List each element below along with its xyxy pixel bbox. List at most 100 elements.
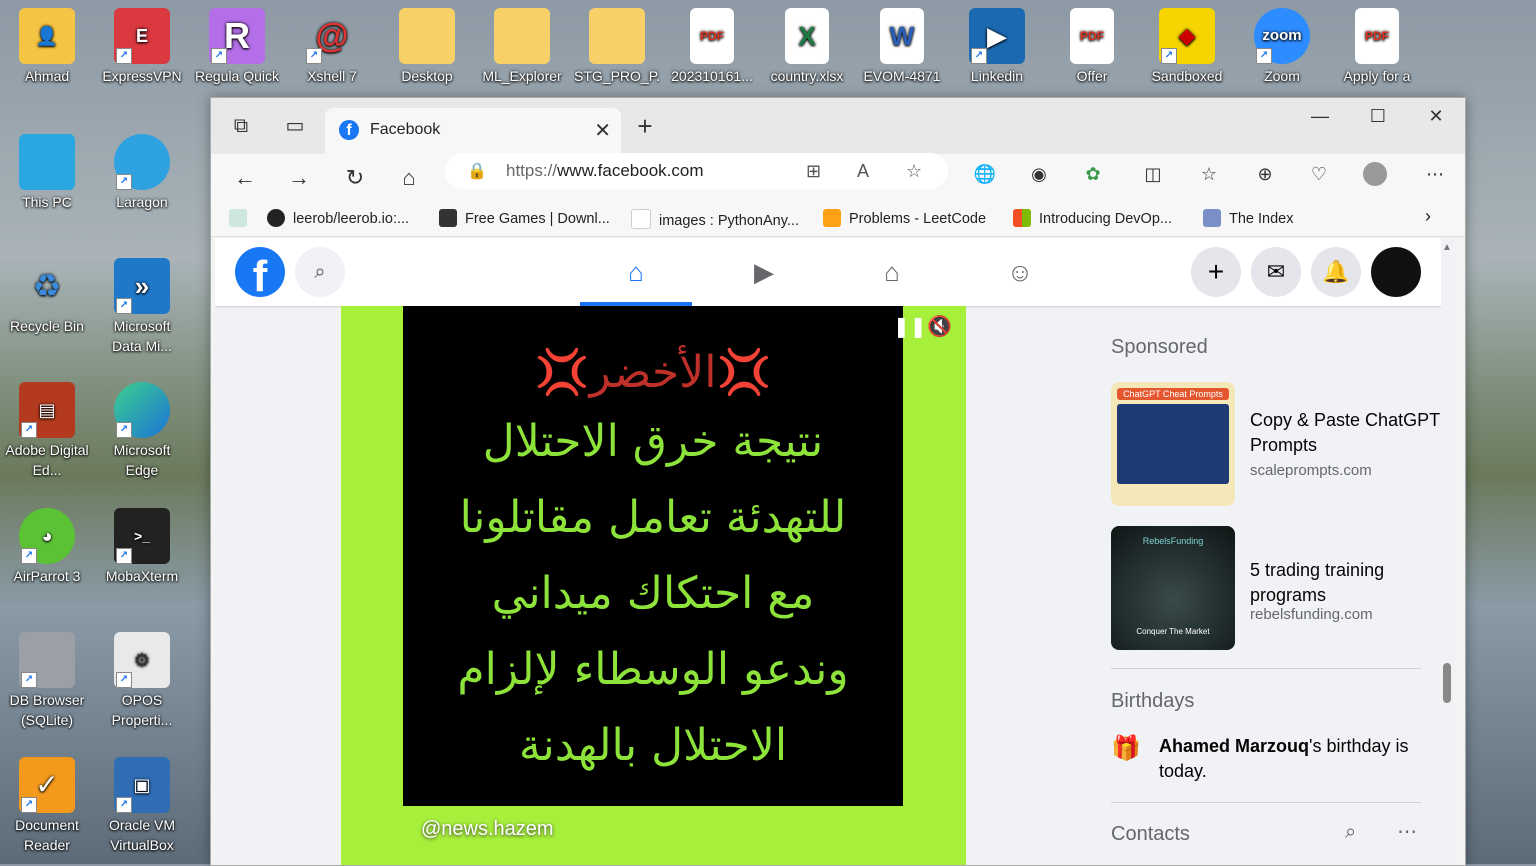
contacts-more-icon[interactable]: ⋯	[1397, 819, 1417, 844]
desktop-icon-offer[interactable]: PDF Offer	[1049, 8, 1135, 86]
extension-mask-icon[interactable]: ◉	[1027, 162, 1051, 186]
groups-tab[interactable]: ☺	[964, 238, 1076, 306]
browser-window: ⧉ ▭ f Facebook ✕ + — ☐ ✕ ← → ↻ ⌂ 🔒 https…	[210, 97, 1466, 866]
desktop-icon-evom[interactable]: W EVOM-4871	[859, 8, 945, 86]
forward-button[interactable]: →	[283, 164, 315, 192]
icon-label: DB Browser (SQLite)	[9, 692, 85, 728]
pdf-icon: PDF	[1355, 8, 1399, 64]
desktop-icon-recycle-bin[interactable]: ♻ Recycle Bin	[4, 258, 90, 336]
settings-more-icon[interactable]: ⋯	[1423, 162, 1447, 186]
desktop-icon-ahmad[interactable]: 👤 Ahmad	[4, 8, 90, 86]
desktop-icon-pdf-2023[interactable]: PDF 202310161...	[669, 8, 755, 86]
messenger-button[interactable]: ✉	[1251, 247, 1301, 297]
home-tab[interactable]: ⌂	[580, 238, 692, 306]
desktop-icon-linkedin[interactable]: ▶ ↗ Linkedin	[954, 8, 1040, 86]
video-post[interactable]: 💢الأخضر💢 نتيجة خرق الاحتلال للتهدئة تعام…	[341, 306, 966, 865]
scrollbar-thumb[interactable]	[1443, 663, 1451, 703]
favorites-icon[interactable]: ☆	[1197, 162, 1221, 186]
bookmark-favicon-icon[interactable]	[229, 209, 255, 227]
mute-icon[interactable]: 🔇	[927, 314, 952, 339]
pause-icon[interactable]: ❚❚	[893, 314, 927, 339]
icon-label: Ahmad	[24, 68, 70, 84]
desktop-icon-airparrot[interactable]: ◕ ↗ AirParrot 3	[4, 508, 90, 586]
desktop-icon-country-xlsx[interactable]: Xcountry.xlsx	[764, 8, 850, 86]
desktop-icon-document-reader[interactable]: ✓ ↗ Document Reader	[4, 757, 90, 855]
desktop-icon-zoom[interactable]: zoom ↗ Zoom	[1239, 8, 1325, 86]
minimize-button[interactable]: —	[1297, 106, 1343, 127]
birthday-notice[interactable]: Ahamed Marzouq's birthday is today.	[1159, 734, 1429, 784]
bookmark-leerob[interactable]: leerob/leerob.io:...	[267, 209, 409, 227]
facebook-logo-icon[interactable]: f	[235, 247, 285, 301]
create-button[interactable]: +	[1191, 247, 1241, 297]
android-icon[interactable]: ✿	[1081, 162, 1105, 186]
maximize-button[interactable]: ☐	[1355, 106, 1401, 127]
desktop-icon-apply[interactable]: PDF Apply for a	[1334, 8, 1420, 86]
desktop-icon-virtualbox[interactable]: ▣ ↗ Oracle VM VirtualBox	[99, 757, 185, 855]
contacts-search-icon[interactable]: ⌕	[1345, 821, 1356, 844]
database-icon: ↗	[19, 632, 75, 688]
search-button[interactable]: ⌕	[295, 247, 345, 297]
bookmark-pythonanywhere[interactable]: images : PythonAny...	[631, 209, 799, 229]
home-button[interactable]: ⌂	[393, 164, 425, 192]
split-screen-icon[interactable]: ◫	[1141, 162, 1165, 186]
desktop-icon-expressvpn[interactable]: E ↗ ExpressVPN	[99, 8, 185, 86]
icon-label: STG_PRO_P...	[574, 68, 660, 84]
icon-label: country.xlsx	[770, 68, 844, 84]
opos-icon: ⚙ ↗	[114, 632, 170, 688]
page-scrollbar[interactable]: ▲	[1441, 238, 1453, 865]
icon-label: Recycle Bin	[10, 318, 84, 334]
collections-icon[interactable]: ⊕	[1253, 162, 1277, 186]
desktop-icon-regula[interactable]: R ↗ Regula Quick	[194, 8, 280, 86]
microsoft-icon	[1013, 209, 1031, 227]
favorite-star-icon[interactable]: ☆	[906, 161, 922, 182]
desktop-icon-xshell[interactable]: @ ↗ Xshell 7	[289, 8, 375, 86]
refresh-button[interactable]: ↻	[339, 164, 371, 192]
workspaces-icon[interactable]: ⧉	[227, 112, 255, 140]
tab-facebook[interactable]: f Facebook ✕	[325, 108, 621, 154]
back-button[interactable]: ←	[229, 164, 261, 192]
bookmark-leetcode[interactable]: Problems - LeetCode	[823, 209, 986, 227]
icon-label: ExpressVPN	[102, 68, 182, 84]
extension-globe-icon[interactable]: 🌐	[973, 162, 997, 186]
ad-rebels-funding[interactable]: RebelsFunding Conquer The Market 5 tradi…	[1111, 526, 1441, 650]
address-bar[interactable]: 🔒 https://www.facebook.com ⊞ A ☆	[445, 153, 948, 189]
browser-essentials-icon[interactable]: ♡	[1307, 162, 1331, 186]
desktop-icon-opos[interactable]: ⚙ ↗ OPOS Properti...	[99, 632, 185, 730]
video-frame[interactable]: 💢الأخضر💢 نتيجة خرق الاحتلال للتهدئة تعام…	[403, 306, 952, 806]
desktop-icon-laragon[interactable]: ↗ Laragon	[99, 134, 185, 212]
desktop-icon-this-pc[interactable]: This PC	[4, 134, 90, 212]
bookmark-the-index[interactable]: The Index	[1203, 209, 1294, 227]
ad-thumbnail: RebelsFunding Conquer The Market	[1111, 526, 1235, 650]
new-tab-button[interactable]: +	[631, 112, 659, 140]
lock-icon[interactable]: 🔒	[467, 161, 487, 181]
account-avatar[interactable]	[1371, 247, 1421, 297]
icon-label: Linkedin	[970, 68, 1024, 84]
desktop-icon-db-browser[interactable]: ↗ DB Browser (SQLite)	[4, 632, 90, 730]
desktop-icon-adobe-de[interactable]: ▤ ↗ Adobe Digital Ed...	[4, 382, 90, 480]
read-aloud-icon[interactable]: A	[857, 161, 869, 182]
desktop-icon-sandboxed[interactable]: ◆ ↗ Sandboxed	[1144, 8, 1230, 86]
facebook-header: f ⌕ ⌂ ▶ ⌂ ☺ + ✉ 🔔	[215, 238, 1441, 306]
close-window-button[interactable]: ✕	[1413, 106, 1459, 127]
bookmarks-more-chevron-icon[interactable]: ›	[1425, 206, 1431, 227]
github-icon	[267, 209, 285, 227]
profile-avatar[interactable]	[1363, 162, 1387, 186]
desktop-icon-desktop[interactable]: Desktop	[384, 8, 470, 86]
desktop-icon-mobaxterm[interactable]: >_ ↗ MobaXterm	[99, 508, 185, 586]
desktop-icon-edge[interactable]: ↗ Microsoft Edge	[99, 382, 185, 480]
desktop-icon-ml-explorer[interactable]: ML_Explorer	[479, 8, 565, 86]
marketplace-tab[interactable]: ⌂	[836, 238, 948, 306]
bookmark-devops[interactable]: Introducing DevOp...	[1013, 209, 1172, 227]
app-available-icon[interactable]: ⊞	[806, 161, 821, 182]
close-tab-icon[interactable]: ✕	[594, 118, 611, 143]
ad-chatgpt-prompts[interactable]: ChatGPT Cheat Prompts Copy & Paste ChatG…	[1111, 382, 1441, 506]
video-tab[interactable]: ▶	[708, 238, 820, 306]
zoom-icon: zoom ↗	[1254, 8, 1310, 64]
notifications-button[interactable]: 🔔	[1311, 247, 1361, 297]
bookmark-epic-games[interactable]: Free Games | Downl...	[439, 209, 610, 227]
icon-label: 202310161...	[671, 68, 753, 84]
desktop-icon-ms-data-migration[interactable]: » ↗ Microsoft Data Mi...	[99, 258, 185, 356]
desktop-icon-stg-pro[interactable]: STG_PRO_P...	[574, 8, 660, 86]
scroll-up-arrow-icon[interactable]: ▲	[1442, 242, 1452, 253]
tab-actions-icon[interactable]: ▭	[281, 112, 309, 140]
